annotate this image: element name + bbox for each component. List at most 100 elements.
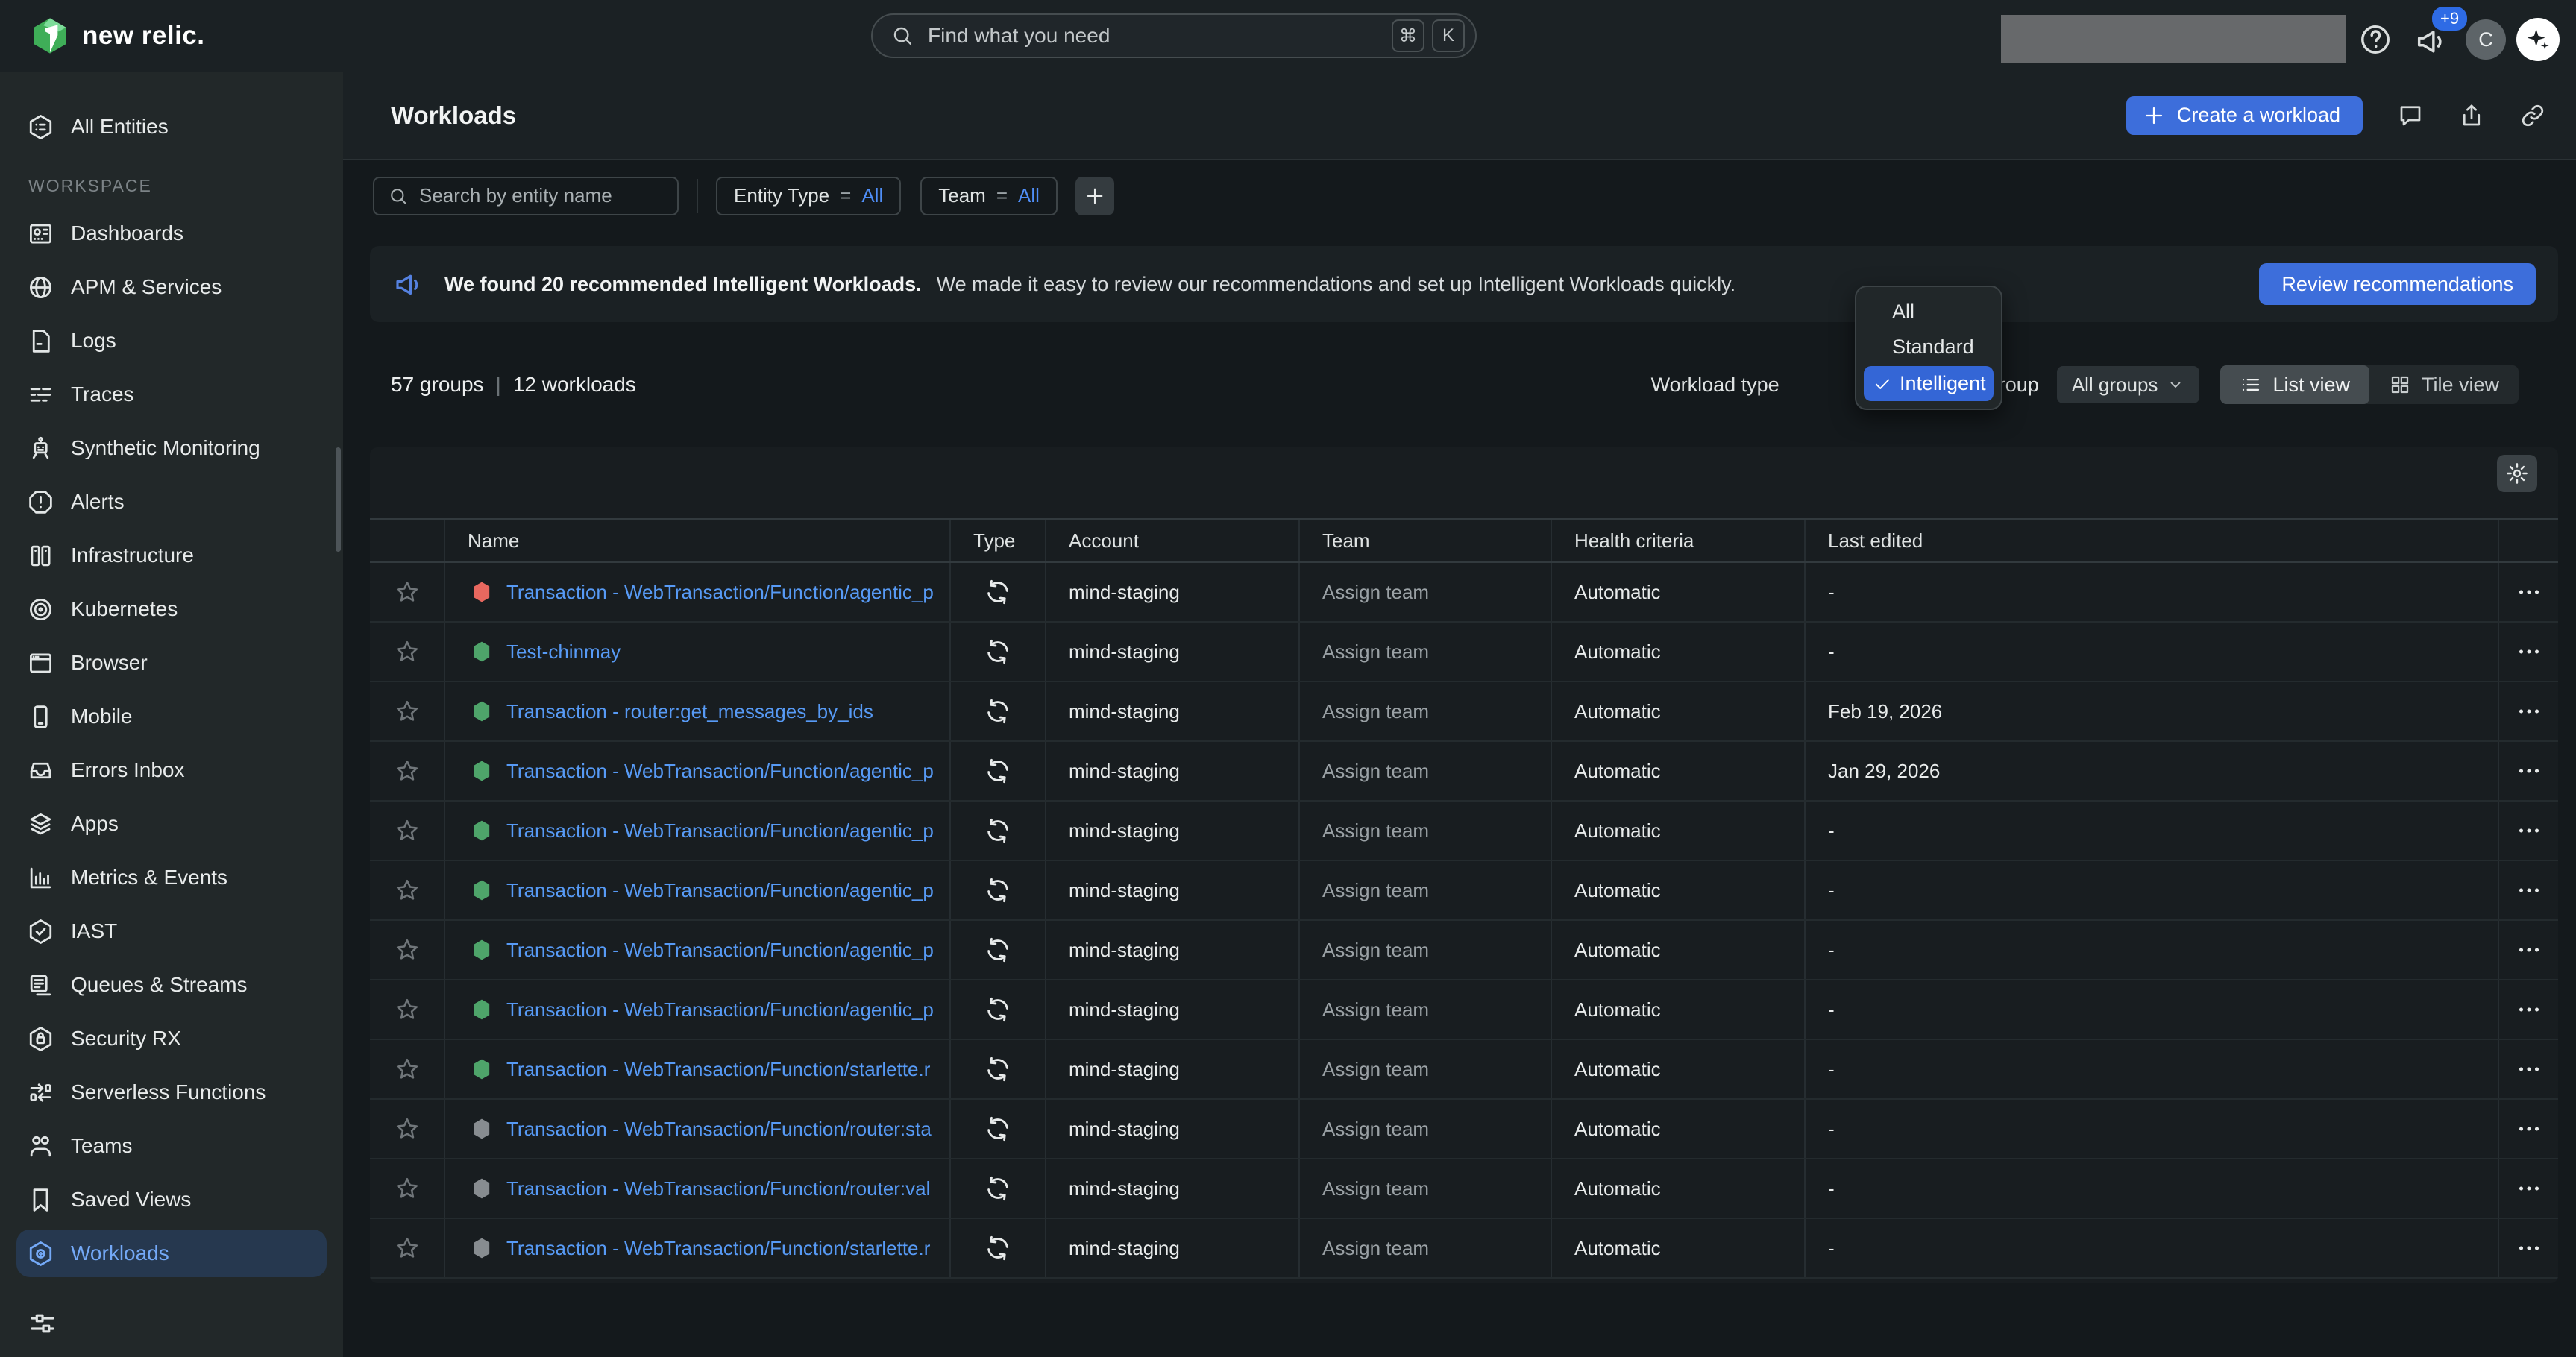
filter-pill[interactable]: Entity Type = All (716, 177, 901, 215)
more-actions-button[interactable] (2516, 1115, 2542, 1142)
sidebar-item[interactable]: Kubernetes (16, 585, 327, 633)
more-actions-button[interactable] (2516, 579, 2542, 605)
assign-team-link[interactable]: Assign team (1298, 861, 1551, 919)
sidebar-item[interactable]: Teams (16, 1122, 327, 1170)
feedback-chat-icon[interactable] (2397, 102, 2424, 129)
user-avatar[interactable]: C (2466, 19, 2506, 60)
sidebar-item-all-entities[interactable]: All Entities (16, 103, 327, 151)
more-actions-button[interactable] (2516, 877, 2542, 904)
assign-team-link[interactable]: Assign team (1298, 1219, 1551, 1277)
sidebar-scrollbar[interactable] (336, 447, 341, 552)
assign-team-link[interactable]: Assign team (1298, 980, 1551, 1039)
more-actions-button[interactable] (2516, 996, 2542, 1023)
review-recommendations-button[interactable]: Review recommendations (2259, 263, 2536, 305)
more-actions-button[interactable] (2516, 936, 2542, 963)
assign-team-link[interactable]: Assign team (1298, 682, 1551, 740)
sidebar-item[interactable]: Serverless Functions (16, 1068, 327, 1116)
favorite-star-icon[interactable] (395, 997, 420, 1022)
assign-team-link[interactable]: Assign team (1298, 802, 1551, 860)
assign-team-link[interactable]: Assign team (1298, 623, 1551, 681)
sidebar-item[interactable]: Apps (16, 800, 327, 848)
global-search-input[interactable] (928, 24, 1384, 48)
workload-type-option[interactable]: All (1856, 295, 2001, 330)
tile-view-button[interactable]: Tile view (2369, 365, 2519, 404)
column-header-type[interactable]: Type (949, 520, 1045, 561)
assign-team-link[interactable]: Assign team (1298, 1040, 1551, 1098)
workload-name-link[interactable]: Transaction - WebTransaction/Function/ag… (506, 879, 934, 902)
sidebar-item[interactable]: Queues & Streams (16, 961, 327, 1009)
workload-name-link[interactable]: Transaction - WebTransaction/Function/ro… (506, 1118, 932, 1141)
sidebar-item[interactable]: Logs (16, 317, 327, 365)
new-relic-logo[interactable]: new relic. (30, 16, 205, 56)
sidebar-settings-icon[interactable] (27, 1308, 58, 1339)
copy-link-icon[interactable] (2519, 102, 2546, 129)
sidebar-item[interactable]: Alerts (16, 478, 327, 526)
sidebar-item[interactable]: IAST (16, 907, 327, 955)
workload-name-link[interactable]: Transaction - WebTransaction/Function/st… (506, 1237, 930, 1260)
workload-name-link[interactable]: Test-chinmay (506, 640, 621, 664)
sidebar-item[interactable]: APM & Services (16, 263, 327, 311)
sidebar-item[interactable]: Saved Views (16, 1176, 327, 1224)
more-actions-button[interactable] (2516, 1235, 2542, 1262)
sidebar-item[interactable]: Workloads (16, 1230, 327, 1277)
workload-name-link[interactable]: Transaction - WebTransaction/Function/ag… (506, 760, 934, 783)
favorite-star-icon[interactable] (395, 1116, 420, 1142)
assign-team-link[interactable]: Assign team (1298, 921, 1551, 979)
workload-name-link[interactable]: Transaction - WebTransaction/Function/st… (506, 1058, 930, 1081)
column-header-account[interactable]: Account (1045, 520, 1298, 561)
column-header-health[interactable]: Health criteria (1551, 520, 1804, 561)
share-icon[interactable] (2458, 102, 2485, 129)
column-header-team[interactable]: Team (1298, 520, 1551, 561)
workload-name-link[interactable]: Transaction - WebTransaction/Function/ag… (506, 939, 934, 962)
create-workload-button[interactable]: Create a workload (2126, 96, 2363, 135)
favorite-star-icon[interactable] (395, 1176, 420, 1201)
workload-name-link[interactable]: Transaction - router:get_messages_by_ids (506, 700, 873, 723)
more-actions-button[interactable] (2516, 638, 2542, 665)
group-select[interactable]: All groups (2057, 366, 2200, 403)
sidebar-item[interactable]: Synthetic Monitoring (16, 424, 327, 472)
column-header-last-edited[interactable]: Last edited (1804, 520, 2498, 561)
help-icon[interactable] (2358, 22, 2393, 57)
entity-search[interactable] (373, 177, 679, 215)
favorite-star-icon[interactable] (395, 878, 420, 903)
workload-name-link[interactable]: Transaction - WebTransaction/Function/ag… (506, 998, 934, 1021)
more-actions-button[interactable] (2516, 1056, 2542, 1083)
more-actions-button[interactable] (2516, 1175, 2542, 1202)
sidebar-item[interactable]: Security RX (16, 1015, 327, 1062)
workload-type-option[interactable]: Standard (1856, 330, 2001, 365)
sidebar-item[interactable]: Traces (16, 371, 327, 418)
add-filter-button[interactable] (1075, 177, 1114, 215)
sidebar-item[interactable]: Browser (16, 639, 327, 687)
favorite-star-icon[interactable] (395, 758, 420, 784)
more-actions-button[interactable] (2516, 817, 2542, 844)
more-actions-button[interactable] (2516, 758, 2542, 784)
sidebar-item[interactable]: Metrics & Events (16, 854, 327, 901)
favorite-star-icon[interactable] (395, 579, 420, 605)
more-actions-button[interactable] (2516, 698, 2542, 725)
workload-name-link[interactable]: Transaction - WebTransaction/Function/ag… (506, 819, 934, 843)
favorite-star-icon[interactable] (395, 1057, 420, 1082)
table-settings-button[interactable] (2497, 455, 2537, 492)
assign-team-link[interactable]: Assign team (1298, 742, 1551, 800)
assign-team-link[interactable]: Assign team (1298, 1159, 1551, 1218)
favorite-star-icon[interactable] (395, 937, 420, 963)
workload-name-link[interactable]: Transaction - WebTransaction/Function/ag… (506, 581, 934, 604)
favorite-star-icon[interactable] (395, 699, 420, 724)
entity-search-input[interactable] (419, 184, 669, 207)
global-search[interactable]: ⌘ K (871, 13, 1477, 58)
sidebar-item[interactable]: Infrastructure (16, 532, 327, 579)
sidebar-item[interactable]: Dashboards (16, 210, 327, 257)
assign-team-link[interactable]: Assign team (1298, 1100, 1551, 1158)
workload-name-link[interactable]: Transaction - WebTransaction/Function/ro… (506, 1177, 930, 1200)
favorite-star-icon[interactable] (395, 1235, 420, 1261)
ai-assistant-button[interactable] (2516, 18, 2560, 61)
filter-pill[interactable]: Team = All (920, 177, 1058, 215)
workload-type-option[interactable]: Intelligent (1864, 366, 1994, 401)
assign-team-link[interactable]: Assign team (1298, 563, 1551, 621)
sidebar-item[interactable]: Errors Inbox (16, 746, 327, 794)
favorite-star-icon[interactable] (395, 639, 420, 664)
favorite-star-icon[interactable] (395, 818, 420, 843)
column-header-name[interactable]: Name (444, 520, 949, 561)
sidebar-item[interactable]: Mobile (16, 693, 327, 740)
list-view-button[interactable]: List view (2220, 365, 2369, 404)
